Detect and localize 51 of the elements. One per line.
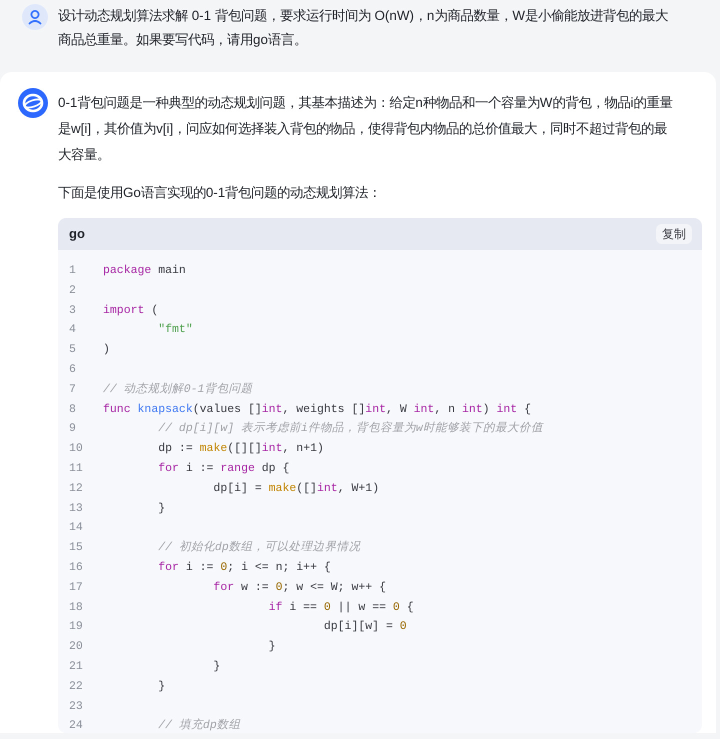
line-number: 10 [68, 441, 84, 458]
code-line: if i == 0 || w == 0 { [268, 600, 414, 616]
line-number: 1 [68, 263, 77, 279]
code-line: // 填充dp数组 [157, 717, 241, 733]
code-line: import ( [103, 302, 158, 319]
line-number: 16 [68, 560, 84, 576]
code-line: // 初始化dp数组，可以处理边界情况 [157, 539, 361, 556]
code-line: for i := range dp { [157, 460, 290, 477]
line-number: 11 [68, 460, 84, 477]
line-number: 23 [68, 698, 84, 715]
line-number: 17 [68, 580, 84, 596]
line-number: 5 [68, 342, 77, 358]
code-line: } [157, 500, 166, 517]
line-number: 3 [68, 302, 77, 319]
ring-logo-icon [18, 88, 48, 118]
code-line: } [268, 639, 276, 656]
line-number: 14 [68, 520, 84, 536]
line-number: 24 [68, 718, 84, 733]
code-line: } [212, 658, 220, 675]
copy-button[interactable]: 复制 [656, 224, 692, 244]
line-number: 8 [68, 402, 77, 418]
line-number: 19 [68, 619, 84, 636]
line-number: 4 [68, 322, 77, 338]
code-line: dp[i][w] = 0 [322, 619, 407, 636]
line-number: 21 [68, 658, 84, 675]
code-language: go [69, 225, 85, 244]
code-line: // 动态规划解0-1背包问题 [103, 382, 252, 398]
line-number: 2 [68, 282, 77, 299]
paragraph: 下面是使用Go语言实现的0-1背包问题的动态规划算法： [58, 184, 382, 202]
line-number: 9 [68, 421, 77, 438]
code-line: package main [103, 263, 186, 279]
line-number: 15 [68, 540, 84, 556]
message-text: 设计动态规划算法求解 0-1 背包问题，要求运行时间为 O(nW)，n为商品数量，W是小偷能放进背包的最大商品总重量。如果要写代码，请用go语言。 [58, 7, 670, 49]
code-line: ) [103, 342, 110, 358]
user-avatar-icon [22, 4, 48, 30]
line-number: 12 [68, 480, 84, 497]
code-line: dp := make([][]int, n+1) [157, 441, 324, 458]
code-line: for i := 0; i <= n; i++ { [157, 560, 331, 576]
code-line: } [157, 678, 166, 695]
code-line: dp[i] = make([]int, W+1) [212, 480, 380, 497]
line-number: 6 [68, 362, 77, 378]
line-number: 22 [68, 678, 84, 695]
code-line: // dp[i][w] 表示考虑前i件物品，背包容量为w时能够装下的最大价值 [157, 420, 543, 438]
code-line: for w := 0; w <= W; w++ { [212, 580, 386, 596]
code-line: func knapsack(values []int, weights []int, W int, n int) int { [103, 402, 532, 418]
paragraph: 0-1背包问题是一种典型的动态规划问题，其基本描述为：给定n种物品和一个容量为W的背包，物品i的重量是w[i]，其价值为v[i]，问应如何选择装入背包的物品，使得背包内物品的总价值最大，同时不超过背包的最大容量。 [58, 94, 674, 164]
code-line: "fmt" [157, 322, 193, 338]
line-number: 13 [68, 500, 84, 517]
line-number: 18 [68, 600, 84, 616]
line-number: 7 [68, 382, 77, 398]
line-number: 20 [68, 639, 84, 656]
